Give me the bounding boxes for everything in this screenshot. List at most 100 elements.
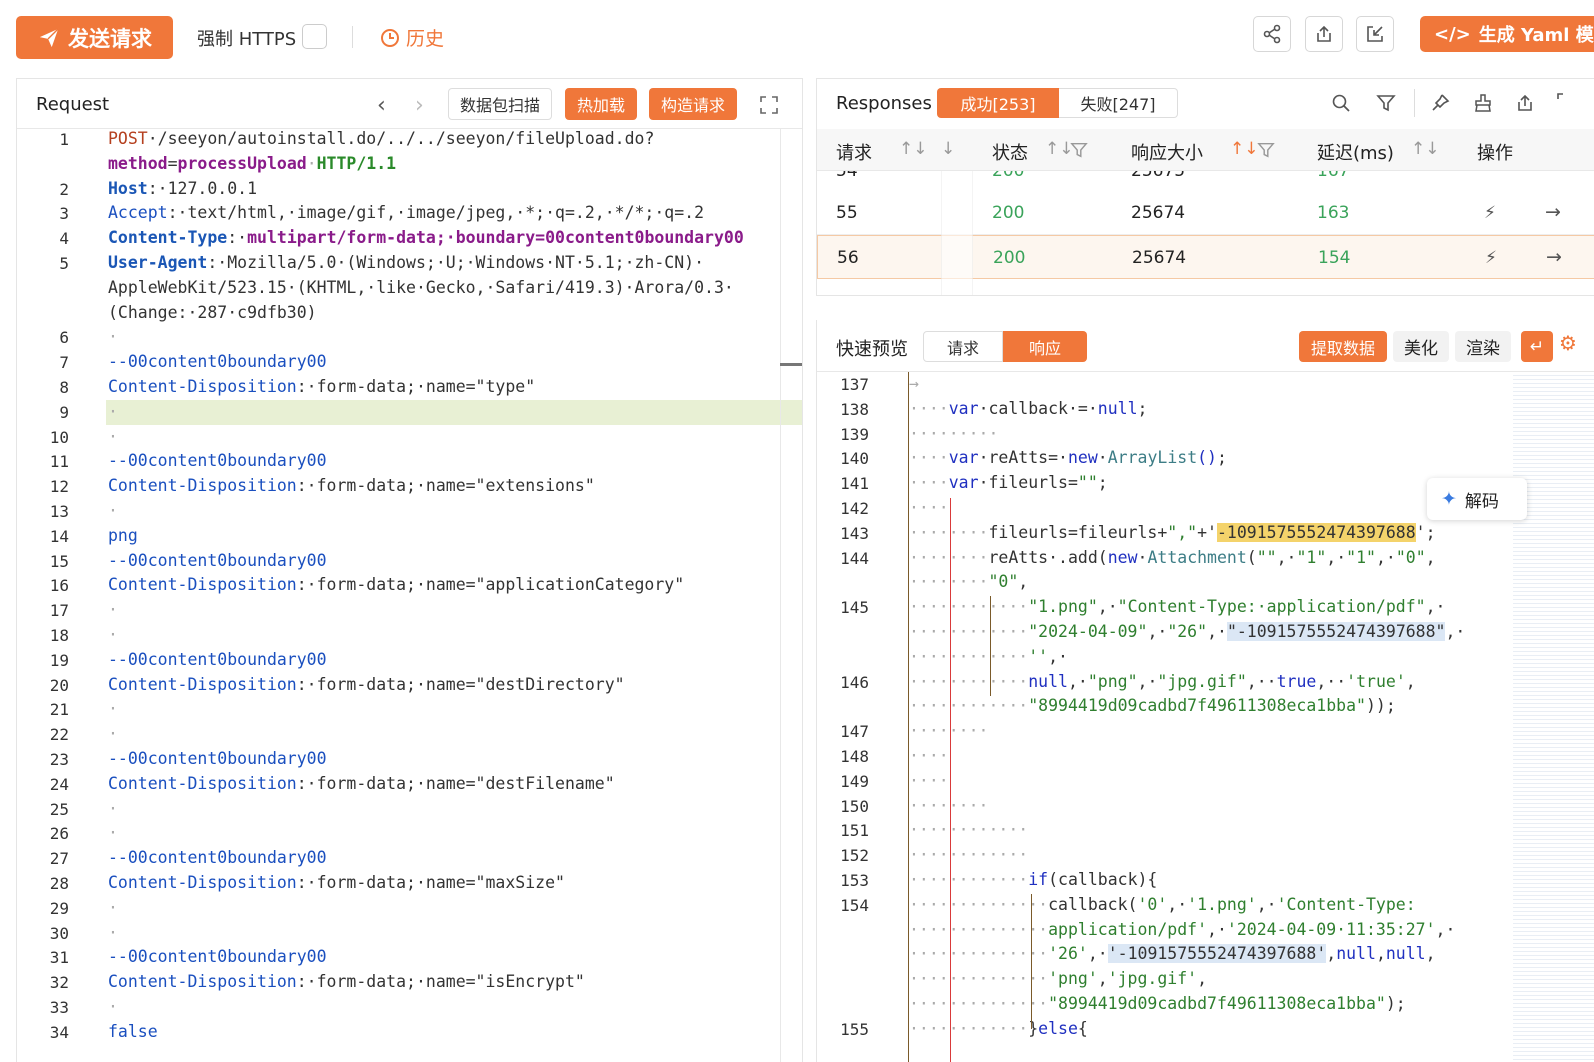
code-token: ,· bbox=[1276, 547, 1297, 567]
sort-down-icon[interactable]: ↓ bbox=[941, 139, 955, 159]
editor-scroll-divider bbox=[780, 129, 781, 1062]
code-line: --00content0boundary00 bbox=[108, 551, 327, 570]
code-line: ···· bbox=[909, 771, 949, 790]
col-header-latency[interactable]: 延迟(ms) bbox=[1317, 139, 1394, 165]
request-editor[interactable]: 1 POST·/seeyon/autoinstall.do/../../seeyo… bbox=[17, 129, 802, 1062]
export-button[interactable] bbox=[1305, 16, 1343, 52]
sort-icon[interactable]: ↑↓ bbox=[899, 139, 928, 159]
code-token: ···· bbox=[909, 448, 949, 468]
history-button[interactable]: 历史 bbox=[380, 24, 444, 51]
code-token: ············ bbox=[909, 696, 1029, 716]
col-header-status[interactable]: 状态 bbox=[992, 139, 1028, 165]
tab-failed[interactable]: 失败[247] bbox=[1059, 88, 1178, 118]
forward-arrow-icon[interactable]: › bbox=[415, 93, 424, 118]
code-line: ········ bbox=[909, 721, 988, 740]
table-row-selected[interactable]: 56 200 25674 154 ⚡︎ → bbox=[817, 235, 1594, 279]
construct-request-button[interactable]: 构造请求 bbox=[649, 88, 737, 120]
line-number: 19 bbox=[49, 650, 69, 670]
line-number: 154 bbox=[840, 895, 869, 915]
col-header-request[interactable]: 请求 bbox=[836, 139, 872, 165]
code-token: "26" bbox=[1167, 622, 1208, 641]
line-number: 14 bbox=[49, 526, 69, 546]
code-token: ·/seeyon/autoinstall.do/../../seeyon/fil… bbox=[147, 129, 655, 148]
settings-icon[interactable]: ⚙ bbox=[1559, 331, 1589, 362]
expand-icon[interactable] bbox=[1557, 93, 1577, 113]
scrollbar-thumb[interactable] bbox=[780, 363, 802, 366]
decode-popup[interactable]: ✦ 解码 bbox=[1427, 478, 1527, 520]
code-token: "1" bbox=[1346, 547, 1376, 567]
code-token: new bbox=[1107, 547, 1138, 567]
code-token: --00content0boundary00 bbox=[108, 451, 327, 471]
code-token: '' bbox=[1028, 646, 1049, 666]
code-token: method bbox=[108, 153, 168, 173]
code-token: = bbox=[167, 153, 178, 173]
code-token: · bbox=[108, 823, 118, 843]
lightning-icon[interactable]: ⚡︎ bbox=[1484, 203, 1496, 223]
line-number: 138 bbox=[840, 399, 869, 419]
wrap-toggle-icon[interactable]: ↵ bbox=[1521, 331, 1553, 362]
line-number: 146 bbox=[840, 672, 869, 692]
history-label: 历史 bbox=[406, 28, 445, 50]
editor-minimap[interactable] bbox=[1513, 372, 1594, 1062]
line-number: 2 bbox=[59, 179, 69, 199]
extract-data-button[interactable]: 提取数据 bbox=[1299, 331, 1387, 362]
code-token: :·form-data;·name="maxSize" bbox=[296, 873, 565, 892]
arrow-right-circle-icon[interactable]: → bbox=[1546, 246, 1562, 268]
code-token: Content-Type bbox=[108, 228, 228, 248]
clear-icon[interactable] bbox=[1473, 93, 1493, 113]
sort-active-icon[interactable]: ↑↓ bbox=[1230, 139, 1259, 159]
line-number: 27 bbox=[49, 849, 69, 869]
code-token: ,· bbox=[1147, 622, 1168, 641]
code-token: · bbox=[108, 897, 118, 917]
table-row[interactable]: 54 200 25675 167 bbox=[817, 171, 1594, 191]
import-button[interactable] bbox=[1356, 16, 1394, 52]
share-button[interactable] bbox=[1253, 16, 1291, 52]
generate-yaml-button[interactable]: </> 生成 Yaml 模 bbox=[1420, 16, 1594, 52]
sort-icon[interactable]: ↑↓ bbox=[1411, 139, 1440, 159]
filter-icon[interactable] bbox=[1070, 141, 1088, 159]
code-token: ···· bbox=[909, 398, 949, 418]
code-icon: </> bbox=[1434, 23, 1471, 45]
filter-icon[interactable] bbox=[1376, 93, 1396, 113]
pin-icon[interactable] bbox=[1430, 93, 1450, 113]
code-token: ,· bbox=[1048, 646, 1068, 666]
code-line: · bbox=[108, 898, 118, 917]
beautify-button[interactable]: 美化 bbox=[1393, 331, 1449, 362]
code-token: ( bbox=[1246, 547, 1257, 567]
render-button[interactable]: 渲染 bbox=[1455, 331, 1511, 362]
tab-request[interactable]: 请求 bbox=[923, 331, 1003, 362]
packet-scan-button[interactable]: 数据包扫描 bbox=[448, 88, 552, 120]
code-token: "8994419d09cadbd7f49611308eca1bba" bbox=[1048, 994, 1386, 1013]
col-header-size[interactable]: 响应大小 bbox=[1131, 139, 1203, 165]
hot-load-button[interactable]: 热加载 bbox=[565, 88, 637, 120]
preview-panel-header: 快速预览 请求 响应 提取数据 美化 渲染 ↵ ⚙ bbox=[817, 320, 1594, 372]
fullscreen-icon[interactable] bbox=[760, 96, 778, 114]
code-token: multipart/form-data;·boundary=00content0… bbox=[247, 228, 744, 248]
code-token: ···· bbox=[909, 770, 949, 790]
back-arrow-icon[interactable]: ‹ bbox=[377, 93, 386, 118]
divider bbox=[352, 26, 353, 48]
table-row[interactable]: 55 200 25674 163 ⚡︎ → bbox=[817, 191, 1594, 235]
request-panel-title: Request bbox=[36, 94, 110, 115]
code-token: --00content0boundary00 bbox=[108, 352, 327, 372]
code-line: false bbox=[108, 1022, 158, 1041]
line-number: 12 bbox=[49, 477, 69, 497]
tab-success[interactable]: 成功[253] bbox=[937, 88, 1059, 118]
tab-response[interactable]: 响应 bbox=[1003, 331, 1087, 362]
send-request-button[interactable]: 发送请求 bbox=[16, 16, 173, 59]
arrow-right-circle-icon[interactable]: → bbox=[1545, 201, 1561, 223]
code-line: ········"0", bbox=[909, 572, 1028, 591]
force-https-checkbox[interactable] bbox=[302, 24, 327, 49]
lightning-icon[interactable]: ⚡︎ bbox=[1485, 248, 1497, 268]
line-number: 23 bbox=[49, 750, 69, 769]
filter-icon[interactable] bbox=[1257, 141, 1275, 159]
code-line: ···· bbox=[909, 746, 949, 765]
search-icon[interactable] bbox=[1331, 93, 1351, 113]
code-line: · bbox=[108, 799, 118, 818]
export-icon[interactable] bbox=[1515, 93, 1535, 113]
response-editor[interactable]: 137 → 138 ····var·callback·=·null; 139 ······… bbox=[817, 372, 1513, 1062]
code-line: ····var·reAtts=·new·ArrayList(); bbox=[909, 448, 1227, 467]
line-number: 8 bbox=[59, 378, 69, 397]
code-token: ·············· bbox=[909, 919, 1049, 939]
code-token: "1.png" bbox=[1028, 597, 1098, 617]
